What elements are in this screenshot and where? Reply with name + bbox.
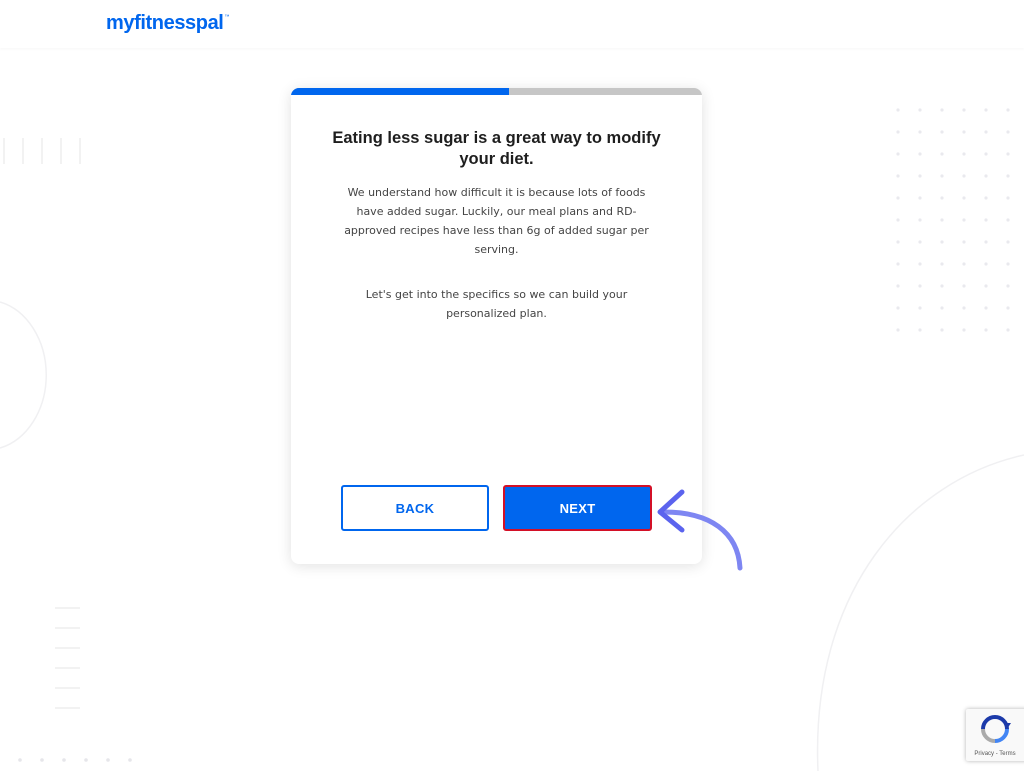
card-body: We understand how difficult it is becaus…	[341, 183, 652, 323]
back-button[interactable]: BACK	[341, 485, 489, 531]
next-button[interactable]: NEXT	[503, 485, 652, 531]
page: myfitnesspal™ Eating less sugar is a gre…	[0, 0, 1024, 771]
card-title: Eating less sugar is a great way to modi…	[332, 129, 661, 168]
horizontal-lines-left	[55, 607, 80, 709]
vertical-lines-left	[3, 138, 81, 164]
onboarding-card: Eating less sugar is a great way to modi…	[291, 88, 702, 564]
dot-row-bottom-left	[18, 758, 132, 762]
recaptcha-badge[interactable]: Privacy - Terms	[966, 709, 1024, 761]
progress-bar-fill	[291, 88, 509, 95]
recaptcha-privacy-terms[interactable]: Privacy - Terms	[966, 751, 1024, 757]
logo-trademark: ™	[224, 14, 230, 20]
arc-left	[0, 301, 47, 449]
progress-bar	[291, 88, 702, 95]
myfitnesspal-logo[interactable]: myfitnesspal™	[106, 12, 229, 35]
recaptcha-icon	[981, 715, 1011, 743]
top-header: myfitnesspal™	[0, 0, 1024, 48]
dot-grid-right	[896, 108, 1010, 332]
curved-arrow-icon	[657, 489, 743, 571]
card-paragraph-2: Let's get into the specifics so we can b…	[365, 288, 628, 320]
logo-text: myfitnesspal	[106, 12, 224, 34]
card-paragraph-1: We understand how difficult it is becaus…	[344, 186, 649, 256]
